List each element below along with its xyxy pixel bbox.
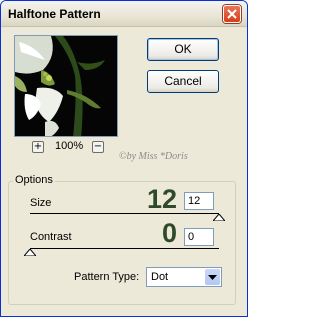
contrast-input[interactable]: 0 (184, 228, 214, 246)
options-group-label: Options (13, 174, 55, 186)
contrast-slider-track[interactable] (30, 248, 219, 249)
close-icon (227, 9, 237, 19)
close-button[interactable] (223, 5, 241, 23)
cancel-button[interactable]: Cancel (147, 70, 219, 93)
flower-preview-image (15, 36, 117, 136)
pattern-type-select[interactable]: Dot (146, 267, 222, 287)
zoom-out-button[interactable]: − (92, 141, 104, 153)
pattern-type-value: Dot (151, 271, 169, 283)
size-slider-track[interactable] (30, 213, 219, 214)
pattern-type-label: Pattern Type: (74, 271, 140, 283)
contrast-big-value: 0 (161, 218, 177, 248)
window-title: Halftone Pattern (8, 7, 101, 21)
ok-button[interactable]: OK (147, 38, 219, 61)
size-label: Size (30, 197, 52, 209)
contrast-slider-thumb[interactable] (24, 249, 36, 256)
size-big-value: 12 (146, 184, 177, 214)
halftone-pattern-dialog: Halftone Pattern OK Cancel + 100% − ©by … (0, 0, 248, 317)
chevron-down-icon (208, 275, 217, 280)
zoom-in-button[interactable]: + (32, 141, 44, 153)
size-input[interactable]: 12 (184, 192, 214, 210)
preview-image[interactable] (14, 35, 118, 137)
watermark-text: ©by Miss *Doris (119, 151, 188, 162)
size-slider-thumb[interactable] (213, 214, 225, 221)
contrast-label: Contrast (30, 231, 72, 243)
zoom-level: 100% (55, 140, 84, 152)
dropdown-arrow-button[interactable] (205, 269, 220, 285)
title-bar[interactable]: Halftone Pattern (1, 1, 247, 27)
